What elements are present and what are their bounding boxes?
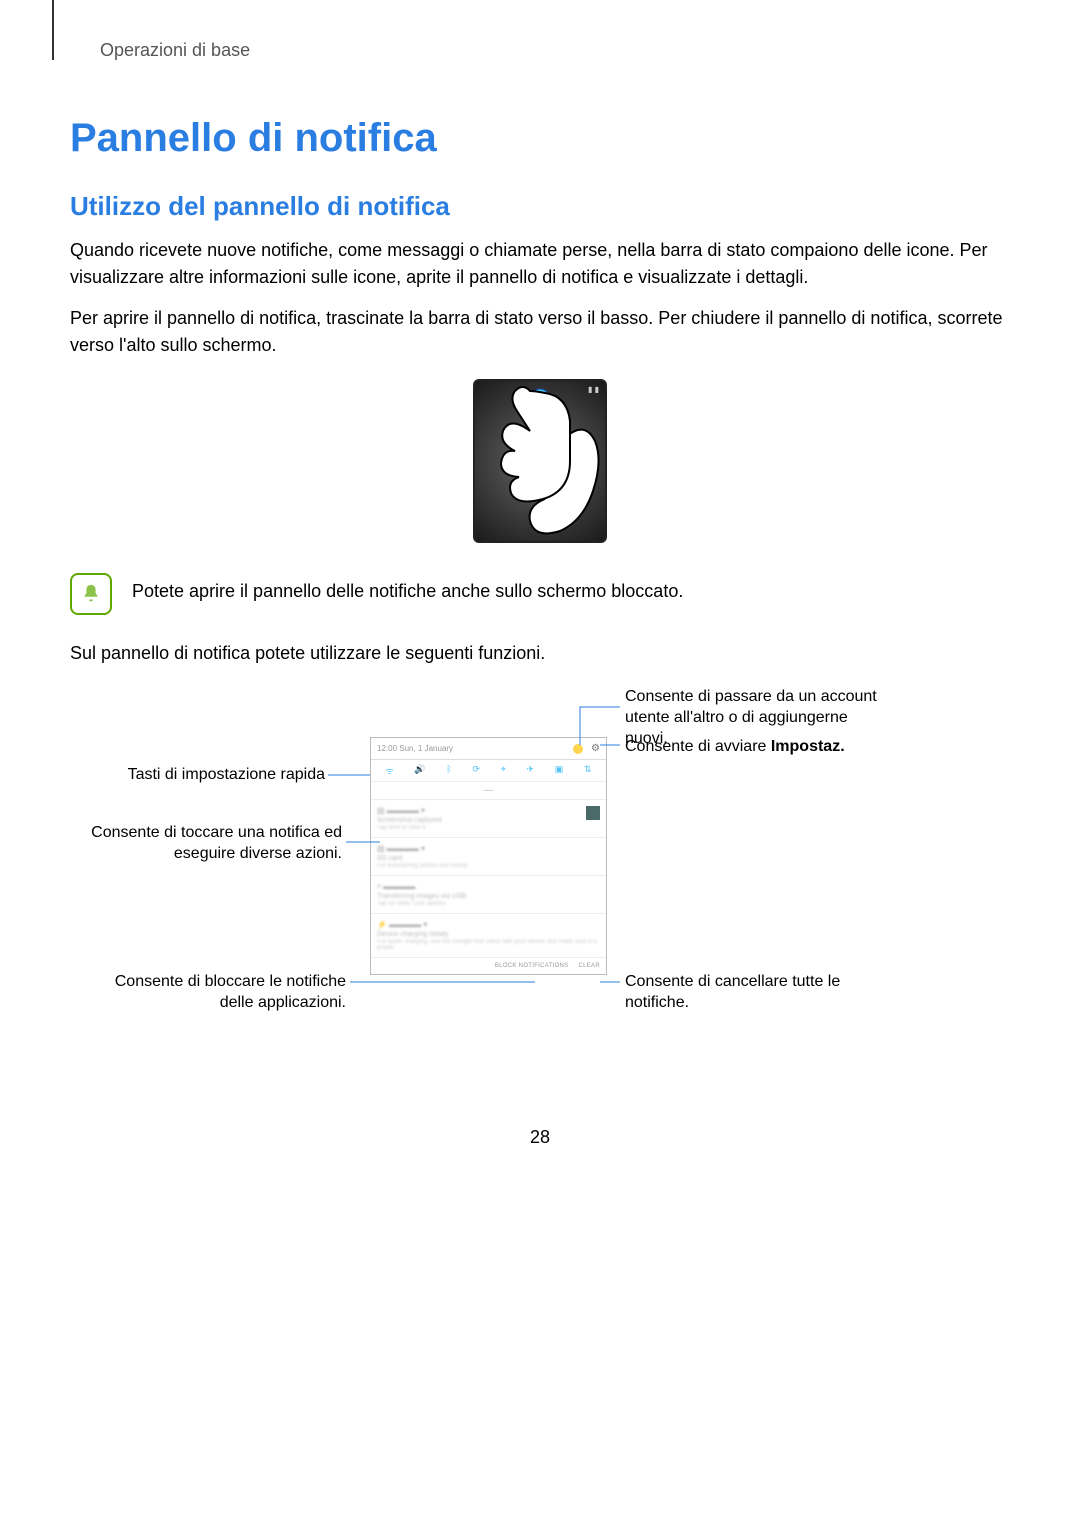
sort-icon: ⇅: [584, 764, 592, 777]
paragraph: Sul pannello di notifica potete utilizza…: [70, 640, 1010, 667]
section-header: Operazioni di base: [70, 40, 1010, 61]
margin-line: [52, 0, 54, 60]
note-text: Potete aprire il pannello delle notifich…: [132, 573, 683, 602]
notification-item: ⚡ ▬▬▬▬ ▾ Device charging slowly For fast…: [371, 914, 606, 958]
notification-item: ▿ ▬▬▬▬ Transferring images via USB Tap f…: [371, 876, 606, 914]
callout-block-notifications: Consente di bloccare le notifiche delle …: [80, 972, 346, 1014]
callout-quick-settings: Tasti di impostazione rapida: [80, 765, 325, 786]
bluetooth-icon: ᛒ: [446, 764, 451, 777]
user-account-icon: [573, 744, 583, 754]
notification-item: ▧ ▬▬▬▬ ▾ Screenshot captured Tap here to…: [371, 800, 606, 838]
quick-toggles-row: ᯤ 🔊 ᛒ ⟳ ⌖ ✈ ▣ ⇅: [371, 760, 606, 782]
page-number: 28: [70, 1127, 1010, 1148]
annotated-diagram: 12:00 Sun, 1 January ⚙ ᯤ 🔊 ᛒ ⟳ ⌖ ✈ ▣ ⇅ —…: [80, 687, 1000, 1087]
page-title: Pannello di notifica: [70, 116, 1010, 161]
notification-panel-mock: 12:00 Sun, 1 January ⚙ ᯤ 🔊 ᛒ ⟳ ⌖ ✈ ▣ ⇅ —…: [370, 737, 607, 975]
callout-tap-notification: Consente di toccare una notifica ed eseg…: [80, 823, 342, 865]
swipe-down-figure: ▮ ▮: [70, 379, 1010, 543]
wifi-icon: ᯤ: [385, 764, 393, 777]
clear-label: CLEAR: [578, 963, 600, 969]
location-icon: ⌖: [501, 764, 506, 777]
rotate-icon: ⟳: [472, 764, 480, 777]
powersave-icon: ▣: [555, 764, 564, 777]
note-bell-icon: [70, 573, 112, 615]
section-title: Utilizzo del pannello di notifica: [70, 191, 1010, 222]
notification-item: ▧ ▬▬▬▬ ▾ SD card For transferring photos…: [371, 838, 606, 876]
airplane-icon: ✈: [527, 764, 535, 777]
settings-gear-icon: ⚙: [591, 743, 600, 754]
callout-launch-settings: Consente di avviare Impostaz.: [625, 737, 905, 758]
sound-icon: 🔊: [414, 764, 425, 777]
paragraph: Quando ricevete nuove notifiche, come me…: [70, 237, 1010, 291]
paragraph: Per aprire il pannello di notifica, tras…: [70, 305, 1010, 359]
panel-time: 12:00 Sun, 1 January: [377, 744, 453, 753]
callout-clear-all: Consente di cancellare tutte le notifich…: [625, 972, 885, 1014]
block-notifications-label: BLOCK NOTIFICATIONS: [495, 963, 569, 969]
drag-handle: —: [371, 782, 606, 800]
